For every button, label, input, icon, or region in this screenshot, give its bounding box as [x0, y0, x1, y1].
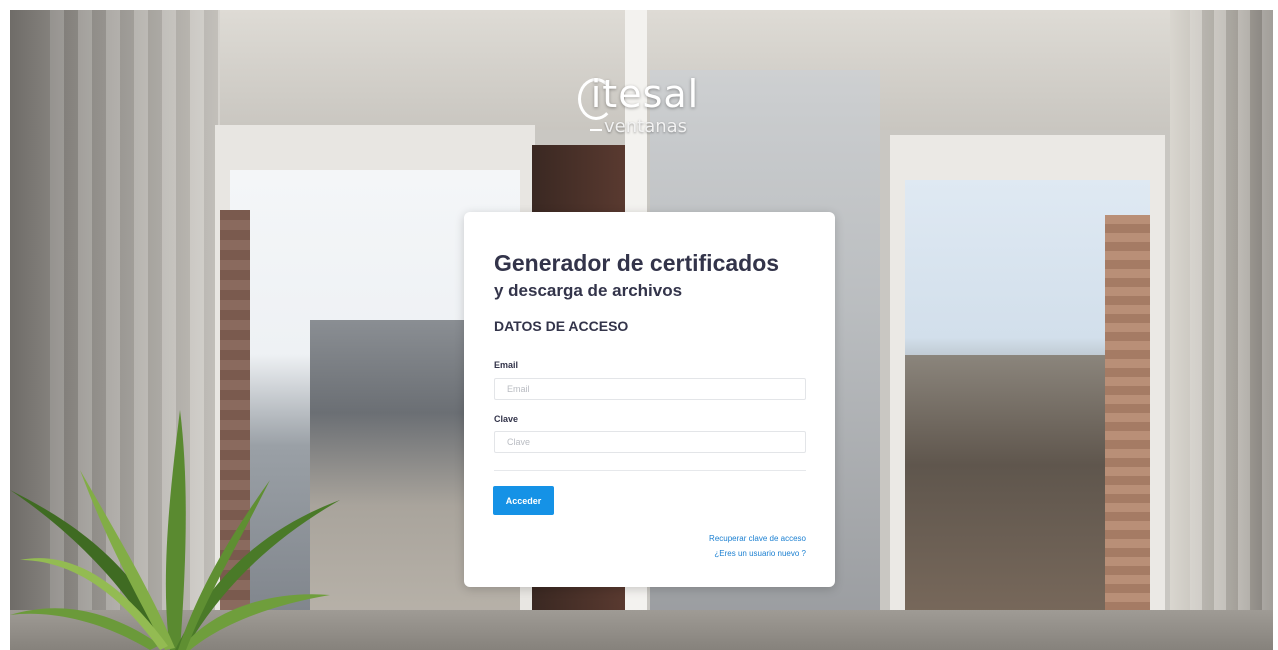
form-divider	[494, 470, 806, 471]
section-title: DATOS DE ACCESO	[494, 318, 629, 334]
login-card: Generador de certificados y descarga de …	[464, 212, 835, 587]
curtain-right	[1190, 10, 1273, 650]
logo-dash	[590, 129, 602, 131]
password-field[interactable]	[494, 431, 806, 453]
brand-logo: itesal ventanas	[570, 72, 720, 152]
plant-icon	[10, 410, 340, 650]
password-label: Clave	[494, 414, 519, 424]
brick-wall-right	[1105, 215, 1150, 630]
email-label: Email	[494, 360, 519, 370]
page-title: Generador de certificados	[494, 250, 780, 276]
logo-wordmark: itesal	[590, 72, 700, 116]
building-right	[905, 355, 1105, 630]
recover-password-link[interactable]: Recuperar clave de acceso	[709, 534, 806, 543]
login-button[interactable]: Acceder	[493, 486, 554, 515]
new-user-link[interactable]: ¿Eres un usuario nuevo ?	[714, 549, 806, 558]
email-field[interactable]	[494, 378, 806, 400]
logo-tagline: ventanas	[604, 116, 688, 137]
page-subtitle: y descarga de archivos	[494, 281, 683, 300]
